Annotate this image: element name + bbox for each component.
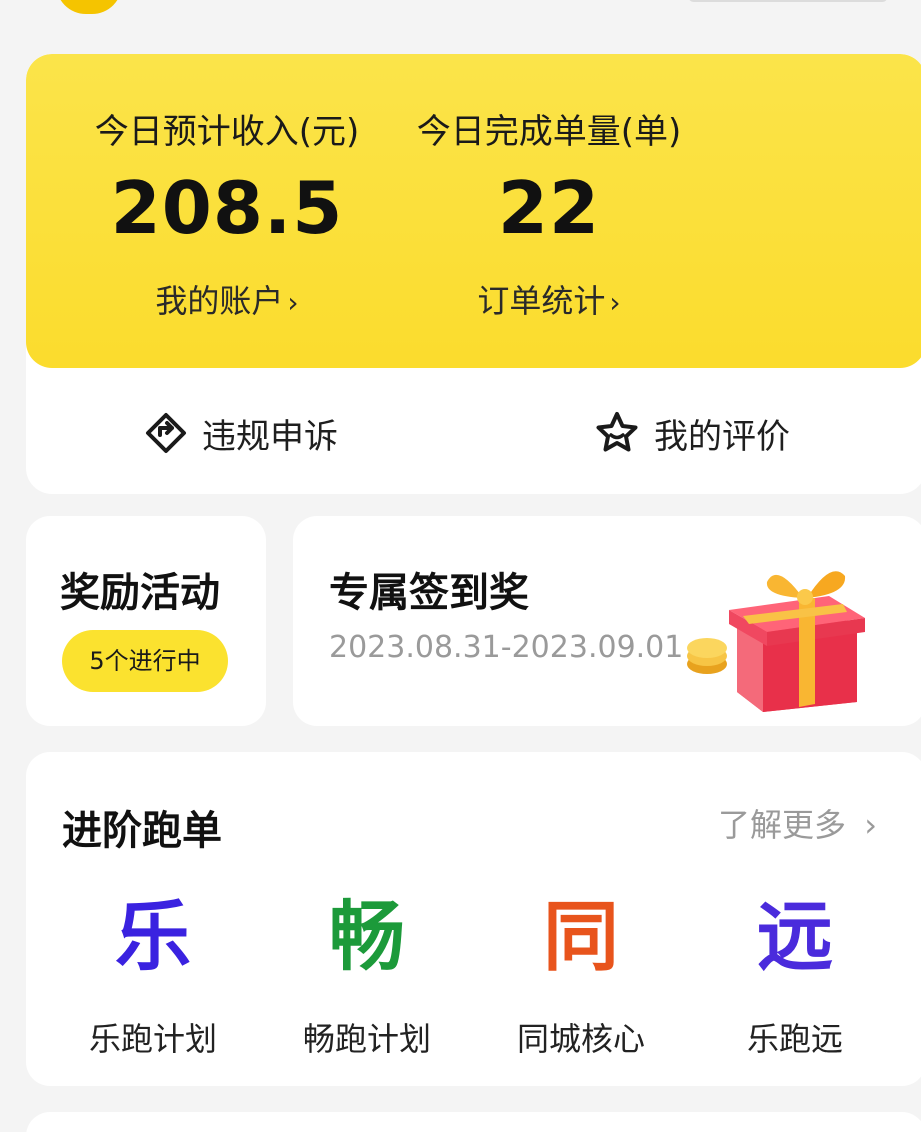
next-card-edge [26,1112,921,1132]
top-strip [0,0,921,16]
plan-item-tongcheng[interactable]: 同 同城核心 [474,882,688,1060]
my-rating-label: 我的评价 [654,416,790,457]
plan-glyph: 同 [543,892,619,981]
orders-value: 22 [497,166,601,250]
avatar[interactable] [56,0,122,14]
signin-reward-card[interactable]: 专属签到奖 2023.08.31-2023.09.01 [293,516,921,726]
quick-actions: 违规申诉 我的评价 [26,368,921,494]
order-stats-label: 订单统计 [477,282,606,320]
reward-activities-card[interactable]: 奖励活动 5个进行中 [26,516,266,726]
plan-label: 乐跑计划 [88,1020,217,1058]
plan-label: 乐跑远 [746,1020,843,1058]
learn-more-label: 了解更多 [718,806,847,844]
advanced-title: 进阶跑单 [62,808,222,854]
my-rating-button[interactable]: 我的评价 [594,408,790,458]
star-icon [596,412,638,452]
stats-panel: 今日预计收入(元) 208.5 我的账户 › 今日完成单量(单) 22 订单统计 › [26,54,921,368]
chevron-right-icon: › [287,286,299,319]
diamond-arrow-icon [146,413,186,453]
gift-box-icon [687,571,865,712]
plan-label: 同城核心 [516,1020,645,1058]
my-account-label: 我的账户 [155,282,284,320]
top-search-box[interactable] [688,0,888,2]
plan-glyph: 远 [757,892,833,981]
plan-item-lepaoyuan[interactable]: 远 乐跑远 [688,882,902,1060]
signin-date-range: 2023.08.31-2023.09.01 [329,630,684,665]
reward-title: 奖励活动 [60,570,220,616]
chevron-right-icon: › [609,286,621,319]
plan-glyph: 乐 [115,892,191,981]
order-stats-link[interactable]: 订单统计 › [324,276,774,322]
appeal-button[interactable]: 违规申诉 [144,408,338,458]
advanced-orders-card: 进阶跑单 了解更多 › 乐 乐跑计划 畅 畅跑计划 同 同城核心 远 乐跑远 [26,752,921,1086]
reward-status-badge: 5个进行中 [62,630,228,692]
stats-card: 今日预计收入(元) 208.5 我的账户 › 今日完成单量(单) 22 订单统计 ›… [26,54,921,494]
chevron-right-icon: › [864,806,877,844]
orders-label: 今日完成单量(单) [416,112,682,152]
learn-more-link[interactable]: 了解更多 › [718,800,877,846]
plan-item-lepao[interactable]: 乐 乐跑计划 [46,882,260,1060]
plan-item-changpao[interactable]: 畅 畅跑计划 [260,882,474,1060]
plan-label: 畅跑计划 [302,1020,431,1058]
appeal-label: 违规申诉 [202,416,338,457]
signin-title: 专属签到奖 [329,570,529,616]
plan-glyph: 畅 [329,892,405,981]
